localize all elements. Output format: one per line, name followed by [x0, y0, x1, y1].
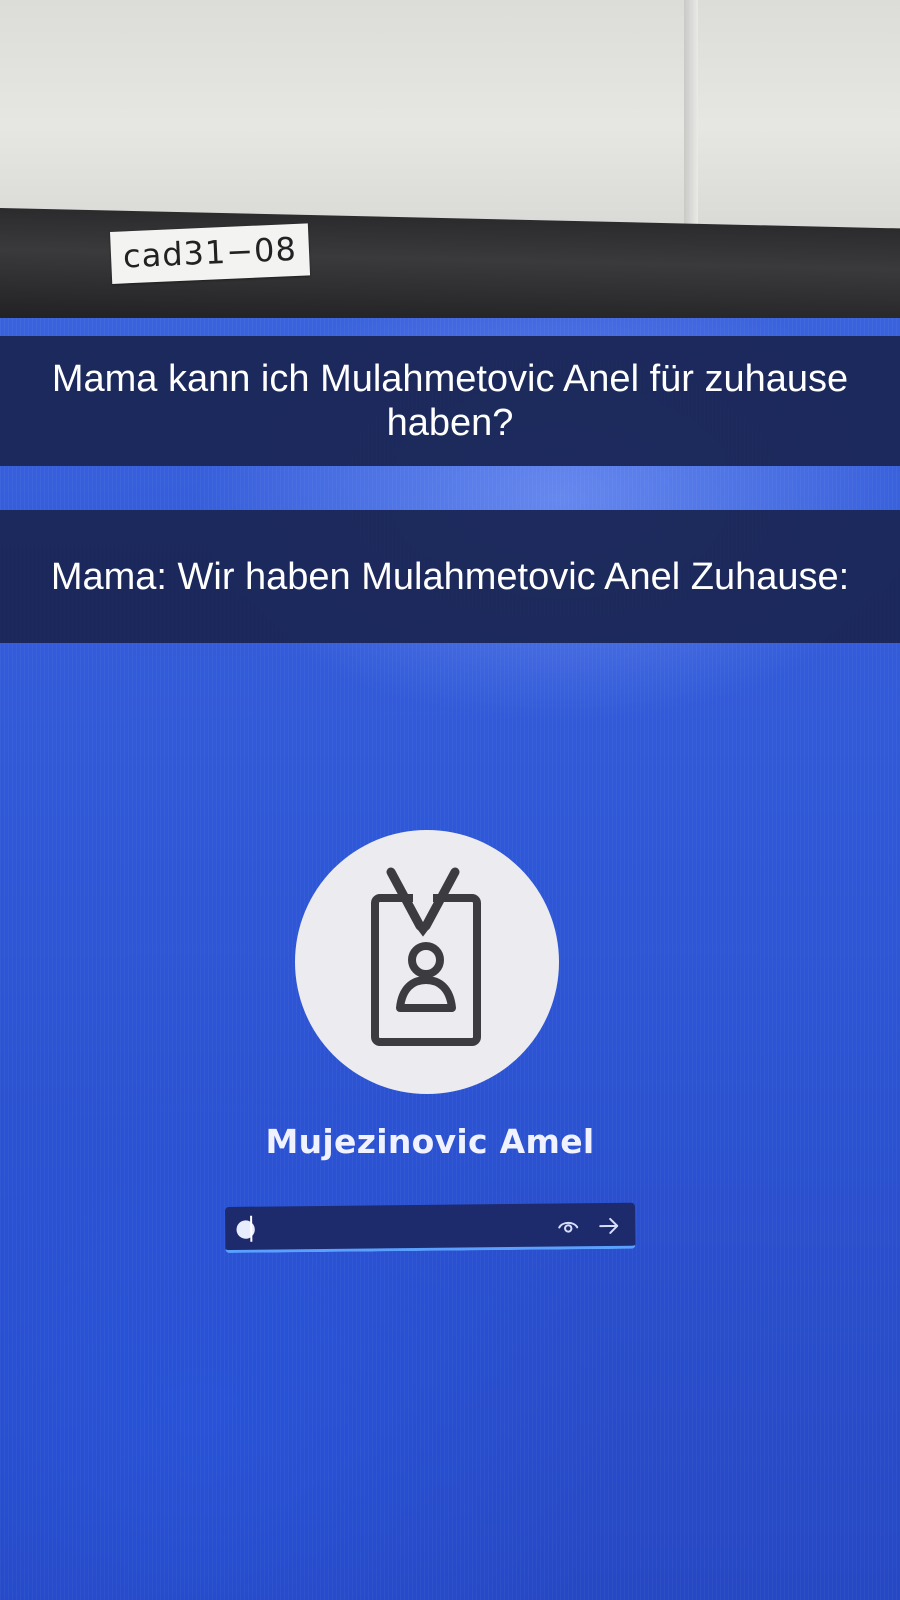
text-caret: [250, 1215, 253, 1242]
user-avatar: [295, 830, 559, 1094]
user-name: Mujezinovic Amel: [265, 1122, 595, 1161]
wall-corner: [684, 0, 698, 230]
caption-bar-bottom: Mama: Wir haben Mulahmetovic Anel Zuhaus…: [0, 510, 900, 643]
eye-icon: [558, 1221, 579, 1233]
password-value: ●: [235, 1213, 257, 1242]
reveal-password-button[interactable]: [555, 1213, 581, 1239]
caption-text-bottom: Mama: Wir haben Mulahmetovic Anel Zuhaus…: [50, 555, 850, 598]
device-label-sticker: cad31−08: [110, 223, 310, 284]
caption-bar-top: Mama kann ich Mulahmetovic Anel für zuha…: [0, 336, 900, 466]
submit-button[interactable]: [595, 1212, 623, 1240]
id-badge-icon: [371, 867, 481, 1046]
wall-background: [0, 0, 900, 230]
arrow-right-icon: [599, 1217, 619, 1234]
caption-text-top: Mama kann ich Mulahmetovic Anel für zuha…: [51, 358, 849, 444]
password-input[interactable]: ●: [225, 1202, 636, 1253]
